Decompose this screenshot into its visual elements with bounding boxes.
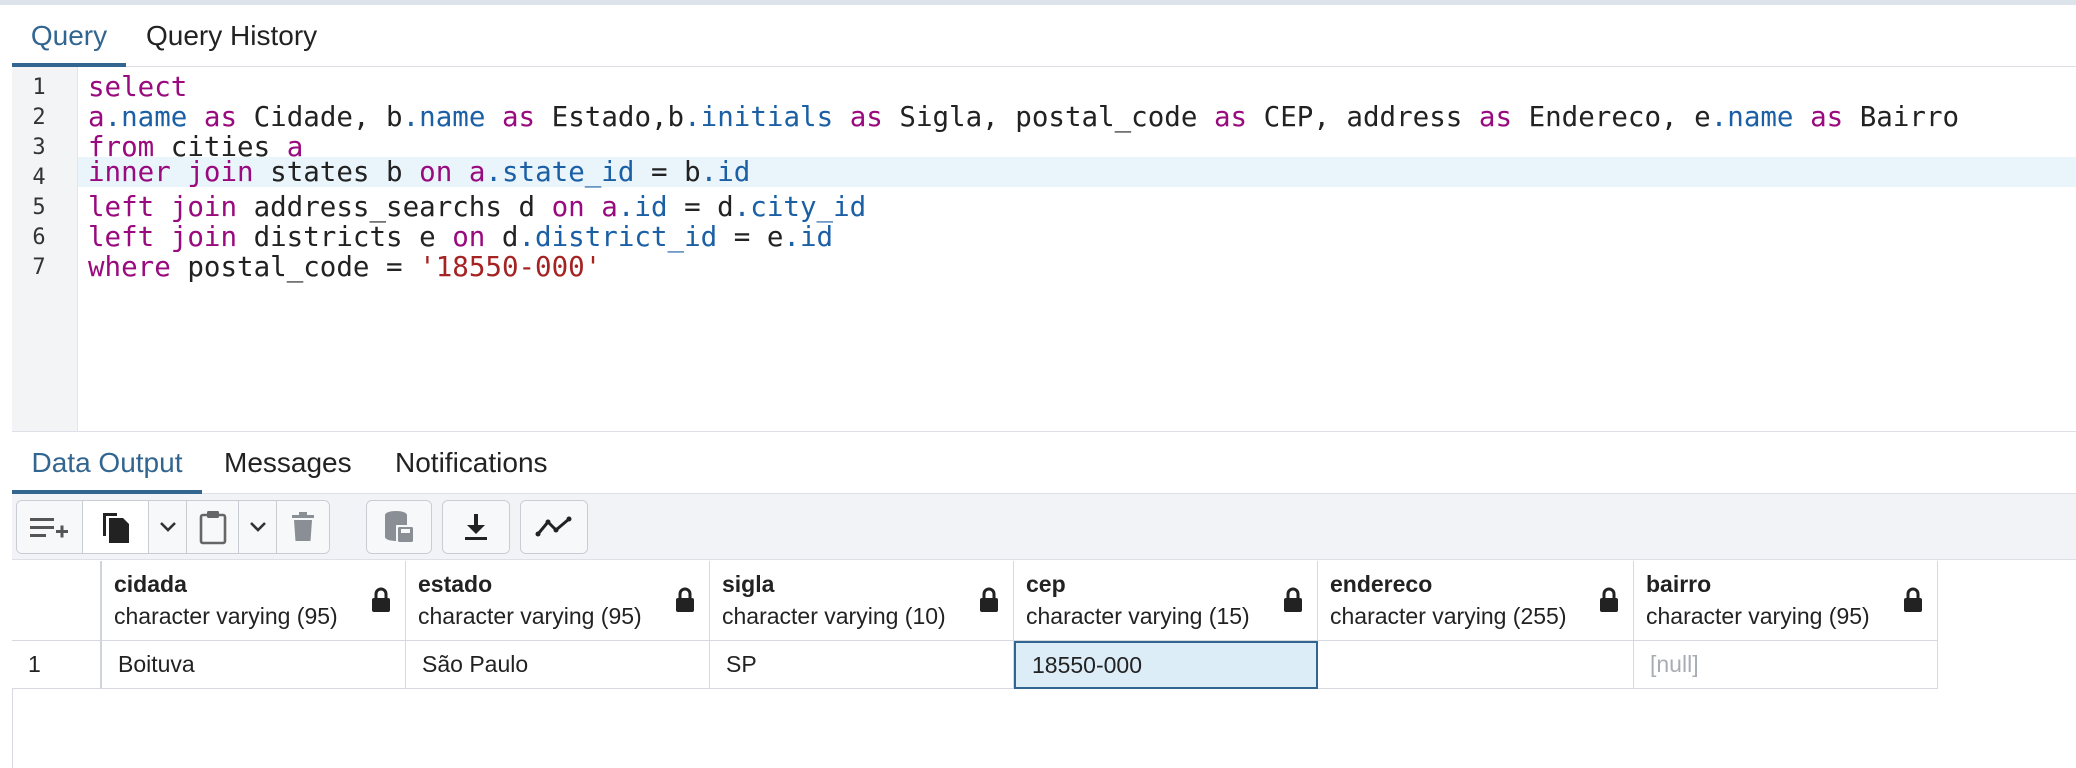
column-header-cidada[interactable]: cidada character varying (95)	[102, 561, 406, 641]
paste-options-dropdown[interactable]	[239, 501, 277, 553]
code-line[interactable]: where postal_code = '18550-000'	[78, 247, 2076, 287]
graph-icon	[535, 516, 572, 537]
tab-notifications[interactable]: Notifications	[395, 432, 548, 494]
table-cell-null[interactable]: [null]	[1634, 641, 1938, 689]
column-name: sigla	[722, 571, 775, 597]
table-cell[interactable]: Boituva	[102, 641, 406, 689]
code-token: where	[88, 251, 171, 283]
code-token: postal_code =	[170, 251, 420, 283]
column-header-cep[interactable]: cep character varying (15)	[1014, 561, 1318, 641]
lock-icon	[1904, 587, 1922, 612]
output-tabs: Data Output Messages Notifications	[12, 432, 2076, 494]
table-cell[interactable]	[1318, 641, 1634, 689]
save-data-button[interactable]	[367, 501, 431, 553]
table-cell-selected[interactable]: 18550-000	[1014, 641, 1318, 689]
copy-options-dropdown[interactable]	[149, 501, 187, 553]
tab-query-history[interactable]: Query History	[146, 5, 317, 67]
column-type: character varying (10)	[722, 603, 946, 629]
code-token: inner join	[88, 156, 254, 188]
column-type: character varying (95)	[114, 603, 338, 629]
lock-icon	[1600, 587, 1618, 612]
chevron-down-icon	[249, 522, 266, 532]
download-button-group	[442, 500, 510, 554]
grid-corner[interactable]	[12, 561, 102, 641]
lock-icon	[372, 587, 390, 612]
lock-icon	[980, 587, 998, 612]
tab-query[interactable]: Query	[12, 5, 126, 67]
column-type: character varying (95)	[1646, 603, 1870, 629]
copy-button[interactable]	[83, 501, 149, 553]
table-cell[interactable]: São Paulo	[406, 641, 710, 689]
column-type: character varying (255)	[1330, 603, 1567, 629]
column-name: cidada	[114, 571, 187, 597]
copy-icon	[102, 513, 129, 543]
table-cell[interactable]: SP	[710, 641, 1014, 689]
delete-button[interactable]	[277, 501, 329, 553]
code-token: .id	[700, 156, 751, 188]
column-name: endereco	[1330, 571, 1433, 597]
line-number: 7	[32, 255, 46, 280]
column-name: cep	[1026, 571, 1066, 597]
code-token: = b	[634, 156, 701, 188]
code-token: on	[419, 156, 453, 188]
download-button[interactable]	[443, 501, 509, 553]
lock-icon	[1284, 587, 1302, 612]
code-area[interactable]: select a.name as Cidade, b.name as Estad…	[78, 67, 2076, 431]
column-header-endereco[interactable]: endereco character varying (255)	[1318, 561, 1634, 641]
code-token: states b	[253, 156, 420, 188]
paste-button[interactable]	[187, 501, 239, 553]
column-header-sigla[interactable]: sigla character varying (10)	[710, 561, 1014, 641]
edit-button-group	[16, 500, 330, 554]
delete-icon	[292, 512, 314, 541]
graph-button-group	[520, 500, 588, 554]
line-number-gutter: 1 2 3 4 5 6 7	[12, 67, 78, 431]
tab-messages[interactable]: Messages	[224, 432, 352, 494]
column-header-bairro[interactable]: bairro character varying (95)	[1634, 561, 1938, 641]
data-toolbar	[12, 494, 2076, 560]
tab-data-output[interactable]: Data Output	[12, 432, 202, 494]
save-button-group	[366, 500, 432, 554]
column-name: bairro	[1646, 571, 1712, 597]
chevron-down-icon	[159, 522, 176, 532]
column-type: character varying (15)	[1026, 603, 1250, 629]
lock-icon	[676, 587, 694, 612]
code-line-active[interactable]: inner join states b on a.state_id = b.id	[78, 157, 2076, 187]
sql-editor[interactable]: 1 2 3 4 5 6 7 select a.name as Cidade, b…	[12, 67, 2076, 432]
graph-visualiser-button[interactable]	[521, 501, 587, 553]
add-row-icon	[29, 518, 68, 538]
column-name: estado	[418, 571, 493, 597]
code-token: '18550-000'	[419, 251, 602, 283]
column-header-estado[interactable]: estado character varying (95)	[406, 561, 710, 641]
code-token: .state_id	[485, 156, 635, 188]
add-row-button[interactable]	[17, 501, 83, 553]
row-number[interactable]: 1	[12, 641, 102, 689]
column-type: character varying (95)	[418, 603, 642, 629]
download-icon	[465, 514, 487, 540]
save-data-icon	[385, 511, 413, 542]
query-tabs: Query Query History	[12, 5, 2076, 67]
paste-icon	[199, 511, 226, 545]
code-token: a	[468, 156, 486, 188]
